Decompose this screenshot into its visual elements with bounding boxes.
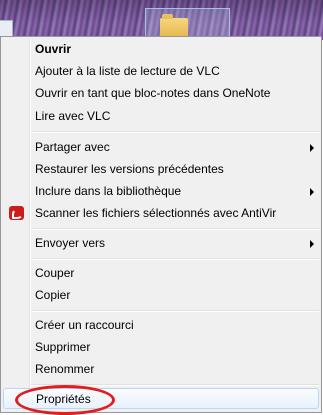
menu-item-label: Supprimer — [35, 340, 91, 354]
menu-item-create-shortcut[interactable]: Créer un raccourci — [3, 315, 319, 336]
menu-item-label: Scanner les fichiers sélectionnés avec A… — [35, 206, 277, 220]
menu-separator — [31, 228, 319, 230]
antivir-umbrella-icon — [9, 206, 24, 220]
folder-icon[interactable] — [160, 14, 188, 38]
menu-separator — [31, 131, 319, 133]
menu-item-properties[interactable]: Propriétés — [3, 388, 319, 409]
menu-item-include-library[interactable]: Inclure dans la bibliothèque — [3, 181, 319, 202]
menu-item-label: Inclure dans la bibliothèque — [35, 184, 182, 198]
submenu-arrow-icon — [310, 240, 314, 248]
menu-item-send-to[interactable]: Envoyer vers — [3, 233, 319, 254]
menu-item-restore-versions[interactable]: Restaurer les versions précédentes — [3, 159, 319, 180]
menu-item-ouvrir[interactable]: Ouvrir — [3, 39, 319, 60]
menu-item-label: Partager avec — [35, 140, 110, 154]
menu-separator — [31, 258, 319, 260]
menu-item-open-onenote[interactable]: Ouvrir en tant que bloc-notes dans OneNo… — [3, 83, 319, 104]
menu-separator — [31, 384, 319, 386]
menu-item-scan-antivir[interactable]: Scanner les fichiers sélectionnés avec A… — [3, 203, 319, 224]
menu-item-label: Ouvrir en tant que bloc-notes dans OneNo… — [35, 86, 271, 100]
menu-item-label: Couper — [35, 266, 75, 280]
menu-item-label: Propriétés — [36, 392, 91, 406]
submenu-arrow-icon — [310, 188, 314, 196]
menu-item-delete[interactable]: Supprimer — [3, 337, 319, 358]
menu-item-label: Copier — [35, 288, 71, 302]
menu-item-label: Ouvrir — [35, 42, 72, 56]
menu-item-label: Lire avec VLC — [35, 109, 111, 123]
submenu-arrow-icon — [310, 144, 314, 152]
context-menu: Ouvrir Ajouter à la liste de lecture de … — [0, 36, 322, 413]
menu-item-label: Ajouter à la liste de lecture de VLC — [35, 64, 220, 78]
menu-item-share-with[interactable]: Partager avec — [3, 137, 319, 158]
menu-item-cut[interactable]: Couper — [3, 263, 319, 284]
menu-item-label: Créer un raccourci — [35, 318, 134, 332]
menu-item-add-vlc-playlist[interactable]: Ajouter à la liste de lecture de VLC — [3, 61, 319, 82]
menu-item-rename[interactable]: Renommer — [3, 359, 319, 380]
menu-item-play-vlc[interactable]: Lire avec VLC — [3, 106, 319, 127]
menu-separator — [31, 310, 319, 312]
menu-item-label: Restaurer les versions précédentes — [35, 162, 224, 176]
menu-item-label: Envoyer vers — [35, 236, 106, 250]
menu-item-copy[interactable]: Copier — [3, 285, 319, 306]
menu-item-label: Renommer — [35, 362, 95, 376]
